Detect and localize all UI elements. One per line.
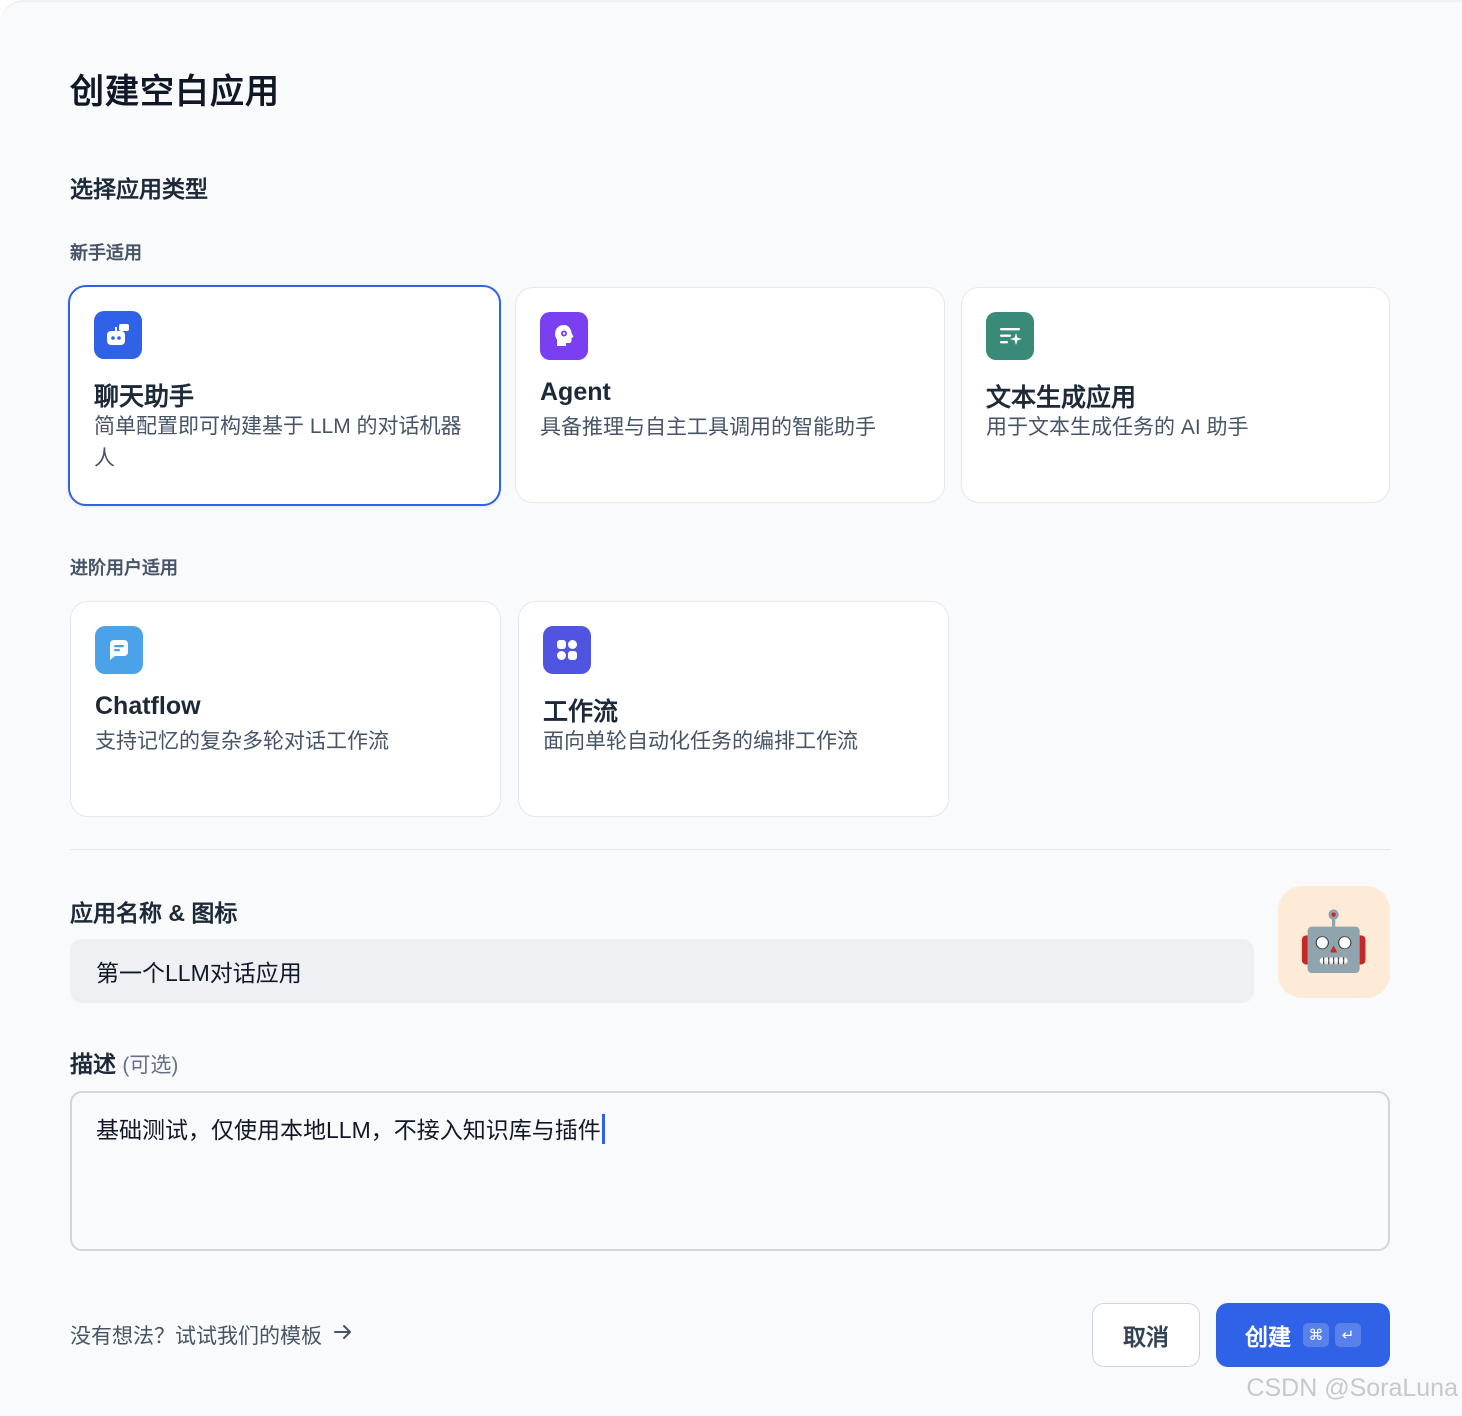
watermark: CSDN @SoraLuna: [1246, 1374, 1458, 1402]
try-templates-label: 没有想法？试试我们的模板: [70, 1325, 322, 1348]
text-cursor: [601, 1114, 605, 1144]
card-name: Chatflow: [95, 692, 201, 720]
create-button-label: 创建: [1245, 1324, 1291, 1350]
app-type-card-workflow[interactable]: 工作流 面向单轮自动化任务的编排工作流: [518, 601, 949, 817]
group-label-beginner: 新手适用: [70, 243, 142, 263]
description-textarea[interactable]: 基础测试，仅使用本地LLM，不接入知识库与插件: [70, 1091, 1390, 1251]
chatflow-icon: [95, 626, 143, 674]
dialog-title: 创建空白应用: [70, 73, 280, 111]
app-name-label: 应用名称 & 图标: [70, 900, 238, 926]
chatbot-icon: [94, 311, 142, 359]
arrow-right-icon: [332, 1321, 354, 1349]
app-name-input[interactable]: 第一个LLM对话应用: [70, 939, 1254, 1003]
description-label: 描述 (可选): [70, 1045, 178, 1079]
cancel-button[interactable]: 取消: [1092, 1303, 1200, 1367]
create-app-dialog: 创建空白应用 选择应用类型 新手适用 聊天助手 简单配置即可构建基于 LLM 的…: [0, 0, 1462, 1416]
section-divider: [70, 849, 1390, 850]
card-name: Agent: [540, 378, 611, 406]
group-label-advanced: 进阶用户适用: [70, 558, 178, 578]
card-name: 文本生成应用: [986, 384, 1137, 412]
card-description: 具备推理与自主工具调用的智能助手: [540, 416, 876, 439]
app-type-card-text-generation[interactable]: 文本生成应用 用于文本生成任务的 AI 助手: [961, 287, 1390, 503]
app-type-card-agent[interactable]: Agent 具备推理与自主工具调用的智能助手: [515, 287, 945, 503]
text-generation-icon: [986, 312, 1034, 360]
app-type-card-chatflow[interactable]: Chatflow 支持记忆的复杂多轮对话工作流: [70, 601, 501, 817]
robot-emoji-icon: 🤖: [1297, 909, 1371, 974]
try-templates-link[interactable]: 没有想法？试试我们的模板: [70, 1320, 354, 1350]
card-description: 简单配置即可构建基于 LLM 的对话机器人: [94, 415, 462, 470]
command-key-icon: ⌘: [1303, 1323, 1329, 1347]
workflow-icon: [543, 626, 591, 674]
card-name: 工作流: [543, 698, 619, 726]
description-optional-hint: (可选): [122, 1054, 179, 1077]
enter-key-icon: ↵: [1335, 1323, 1361, 1347]
description-text: 基础测试，仅使用本地LLM，不接入知识库与插件: [96, 1117, 601, 1143]
create-button[interactable]: 创建 ⌘ ↵: [1216, 1303, 1390, 1367]
agent-icon: [540, 312, 588, 360]
description-label-text: 描述: [70, 1051, 116, 1077]
app-type-card-chatbot[interactable]: 聊天助手 简单配置即可构建基于 LLM 的对话机器人: [68, 285, 501, 506]
card-description: 面向单轮自动化任务的编排工作流: [543, 730, 858, 753]
section-title-app-type: 选择应用类型: [70, 176, 208, 202]
card-description: 支持记忆的复杂多轮对话工作流: [95, 730, 389, 753]
app-icon-picker[interactable]: 🤖: [1278, 886, 1390, 998]
card-name: 聊天助手: [94, 383, 195, 411]
card-description: 用于文本生成任务的 AI 助手: [986, 416, 1249, 439]
